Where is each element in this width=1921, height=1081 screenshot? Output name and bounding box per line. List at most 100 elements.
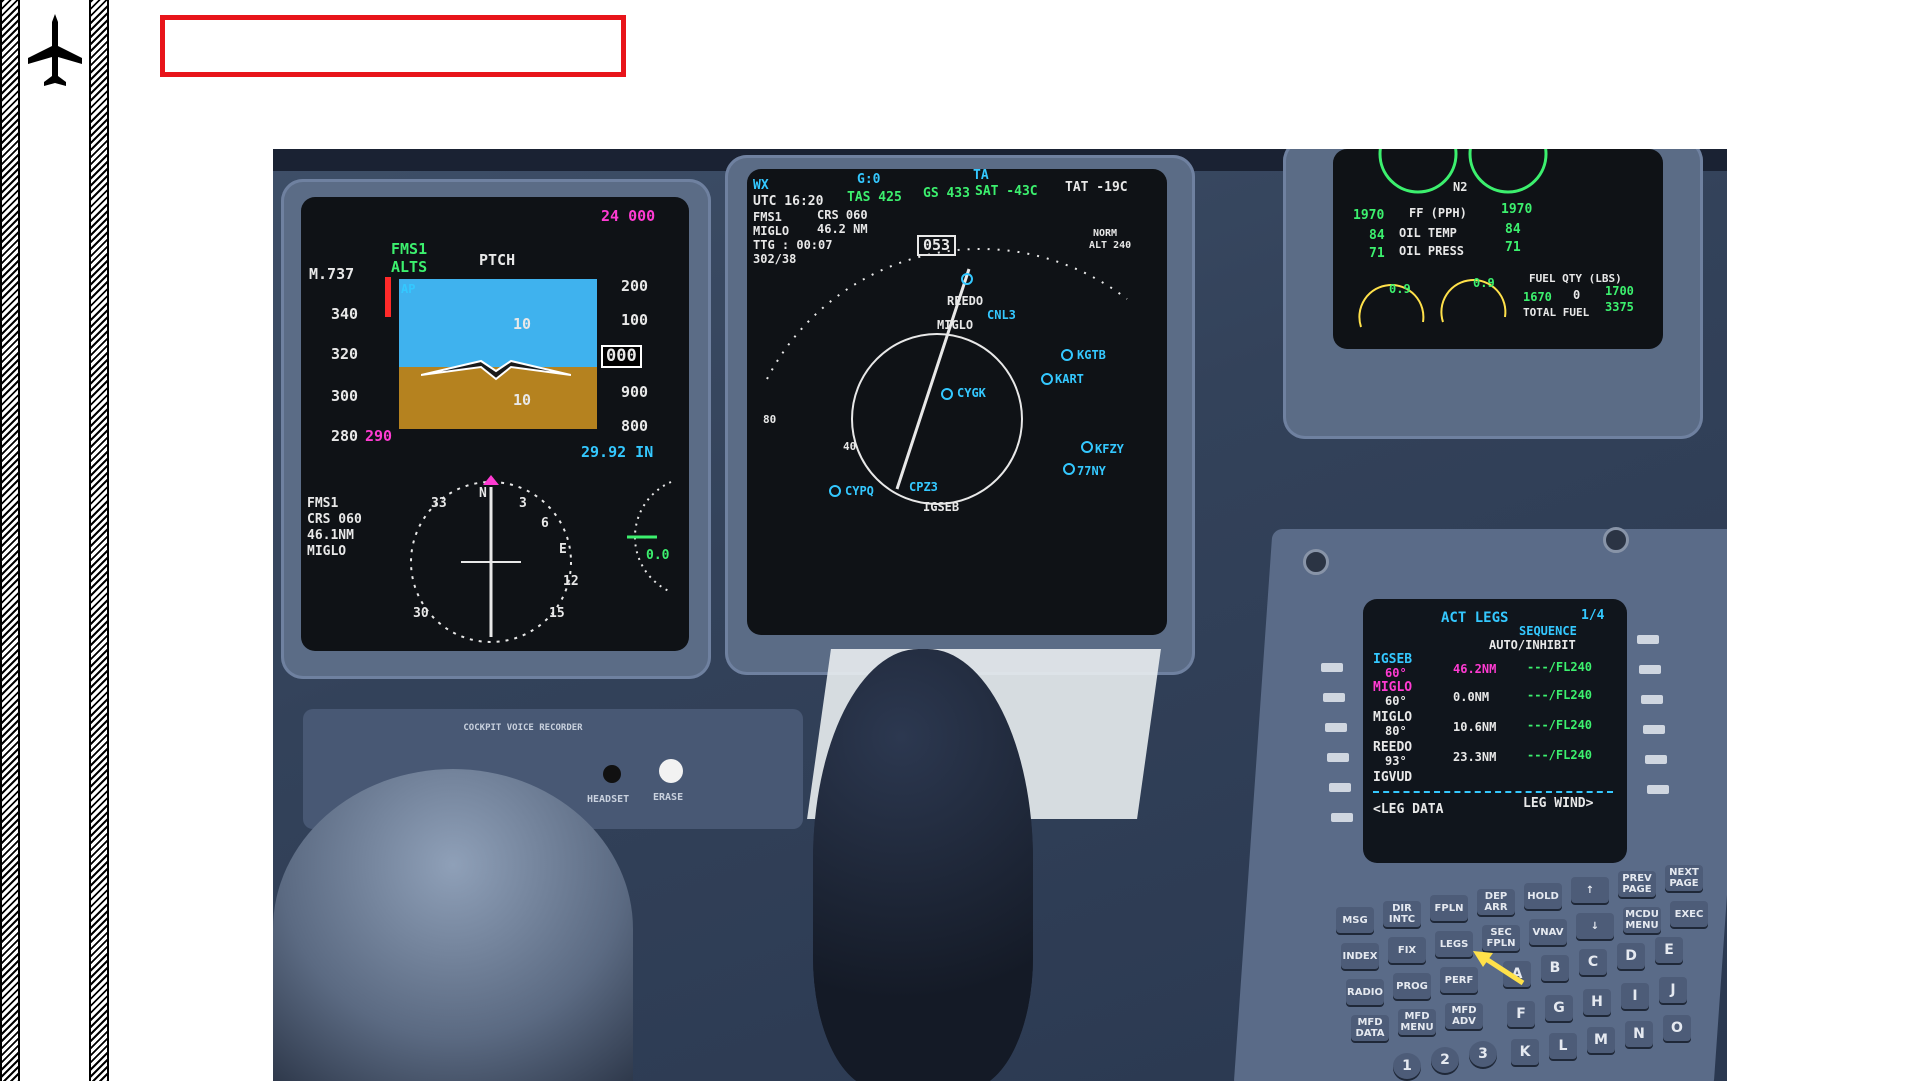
hsi-mark-12: 12 bbox=[563, 574, 579, 589]
key-fpln[interactable]: FPLN bbox=[1430, 895, 1468, 921]
key-radio[interactable]: RADIO bbox=[1346, 979, 1384, 1005]
pfd-mach: M.737 bbox=[309, 265, 355, 283]
key-1[interactable]: 1 bbox=[1393, 1053, 1421, 1079]
key-index[interactable]: INDEX bbox=[1341, 943, 1379, 969]
key-prev-page[interactable]: PREV PAGE bbox=[1618, 871, 1656, 897]
mfd-tas: TAS 425 bbox=[847, 190, 902, 205]
headset-jack[interactable] bbox=[603, 765, 621, 783]
cdu-leg-5-name: IGVUD bbox=[1373, 770, 1413, 785]
key-fix[interactable]: FIX bbox=[1388, 937, 1426, 963]
key-k[interactable]: K bbox=[1511, 1039, 1539, 1065]
mfd-g-load: G:0 bbox=[857, 172, 881, 187]
key-2[interactable]: 2 bbox=[1431, 1047, 1459, 1073]
eicas-fuel-right: 1700 bbox=[1605, 284, 1634, 298]
key-e[interactable]: E bbox=[1655, 937, 1683, 963]
lsk-left-5[interactable] bbox=[1329, 783, 1351, 792]
key-h[interactable]: H bbox=[1583, 989, 1611, 1015]
mfd-gs: GS 433 bbox=[923, 186, 970, 201]
cdu-page: 1/4 bbox=[1581, 608, 1605, 623]
mfd-distance: 46.2 NM bbox=[817, 222, 868, 236]
key-up-arrow[interactable]: ↑ bbox=[1571, 877, 1609, 903]
key-msg[interactable]: MSG bbox=[1336, 907, 1374, 933]
key-hold[interactable]: HOLD bbox=[1524, 883, 1562, 909]
key-f[interactable]: F bbox=[1507, 1001, 1535, 1027]
n2-gauges bbox=[1378, 149, 1548, 194]
cdu-brightness-knob[interactable] bbox=[1303, 549, 1329, 575]
key-down-arrow[interactable]: ↓ bbox=[1576, 913, 1614, 939]
key-mcdu-menu[interactable]: MCDU MENU bbox=[1623, 907, 1661, 933]
cdu-leg-2-alt: ---/FL240 bbox=[1527, 688, 1593, 702]
title-highlight-box bbox=[160, 15, 626, 77]
lsk-right-5[interactable] bbox=[1645, 755, 1667, 764]
pfd-fma-pitch: PTCH bbox=[479, 251, 516, 269]
pfd-ap-indicator: AP bbox=[401, 282, 416, 296]
lsk-right-1[interactable] bbox=[1637, 635, 1659, 644]
pfd-pitch-down: 10 bbox=[513, 391, 532, 409]
lsk-right-6[interactable] bbox=[1647, 785, 1669, 794]
key-next-page[interactable]: NEXT PAGE bbox=[1665, 865, 1703, 891]
eicas-oil-press-label: OIL PRESS bbox=[1399, 244, 1465, 258]
key-prog[interactable]: PROG bbox=[1393, 973, 1431, 999]
eicas-vib-right: 0.9 bbox=[1473, 276, 1495, 290]
lsk-left-1[interactable] bbox=[1321, 663, 1343, 672]
mfd-wpt-igseb: IGSEB bbox=[923, 500, 960, 514]
key-vnav[interactable]: VNAV bbox=[1529, 919, 1567, 945]
pfd-fma-lateral: FMS1 bbox=[391, 240, 428, 258]
key-g[interactable]: G bbox=[1545, 995, 1573, 1021]
lsk-left-4[interactable] bbox=[1327, 753, 1349, 762]
cdu-knob-right[interactable] bbox=[1603, 527, 1629, 553]
key-mfd-menu[interactable]: MFD MENU bbox=[1398, 1009, 1436, 1035]
pfd-nav-course: CRS 060 bbox=[307, 512, 362, 527]
mfd-apt-77ny: 77NY bbox=[1077, 464, 1106, 478]
pfd-speed-320: 320 bbox=[331, 345, 359, 363]
cdu-leg-wind-prompt[interactable]: LEG WIND> bbox=[1523, 797, 1593, 810]
lsk-left-3[interactable] bbox=[1325, 723, 1347, 732]
mfd-ta: TA bbox=[973, 169, 989, 183]
mfd-apt-kfzy: KFZY bbox=[1095, 442, 1124, 456]
eicas-n2-label: N2 bbox=[1453, 180, 1468, 194]
key-m[interactable]: M bbox=[1587, 1027, 1615, 1053]
eicas-oil-press-right: 71 bbox=[1505, 240, 1521, 255]
cdu-leg-data-prompt[interactable]: <LEG DATA bbox=[1373, 803, 1443, 816]
lsk-right-3[interactable] bbox=[1641, 695, 1663, 704]
cdu-divider bbox=[1373, 791, 1613, 793]
key-j[interactable]: J bbox=[1659, 977, 1687, 1003]
key-i[interactable]: I bbox=[1621, 983, 1649, 1009]
mfd-apt-cnl3: CNL3 bbox=[987, 308, 1016, 322]
key-d[interactable]: D bbox=[1617, 943, 1645, 969]
hsi-mark-north: N bbox=[479, 486, 487, 501]
key-mfd-adv[interactable]: MFD ADV bbox=[1445, 1003, 1483, 1029]
key-n[interactable]: N bbox=[1625, 1021, 1653, 1047]
key-legs[interactable]: LEGS bbox=[1435, 931, 1473, 957]
key-3[interactable]: 3 bbox=[1469, 1041, 1497, 1067]
erase-button[interactable] bbox=[659, 759, 683, 783]
mfd-range-outer: 80 bbox=[763, 413, 777, 426]
mfd-apt-kart: KART bbox=[1055, 372, 1084, 386]
cdu-leg-1-dist: 46.2NM bbox=[1453, 662, 1497, 676]
cdu-leg-4-course: 93° bbox=[1385, 754, 1407, 768]
mfd-norm: NORM bbox=[1093, 228, 1118, 239]
lsk-right-4[interactable] bbox=[1643, 725, 1665, 734]
pfd-screen: 24 000 M.737 FMS1 ALTS PTCH AP 10 10 340… bbox=[301, 197, 689, 651]
key-b[interactable]: B bbox=[1541, 955, 1569, 981]
eicas-fuel-qty-label: FUEL QTY (LBS) bbox=[1529, 272, 1622, 285]
lsk-left-6[interactable] bbox=[1331, 813, 1353, 822]
mfd-screen: WX G:0 TA UTC 16:20 TAS 425 GS 433 SAT -… bbox=[747, 169, 1167, 635]
mfd-wpt-reedo: REEDO bbox=[947, 294, 984, 308]
key-exec[interactable]: EXEC bbox=[1670, 901, 1708, 927]
lsk-right-2[interactable] bbox=[1639, 665, 1661, 674]
hsi-mark-15: 15 bbox=[549, 606, 565, 621]
key-c[interactable]: C bbox=[1579, 949, 1607, 975]
cdu-leg-3-alt: ---/FL240 bbox=[1527, 718, 1593, 732]
key-mfd-data[interactable]: MFD DATA bbox=[1351, 1015, 1389, 1041]
headset-label: HEADSET bbox=[587, 794, 630, 805]
lsk-left-2[interactable] bbox=[1323, 693, 1345, 702]
key-o[interactable]: O bbox=[1663, 1015, 1691, 1041]
cdu-leg-3-name: MIGLO bbox=[1373, 710, 1413, 725]
cdu-leg-1-name: IGSEB bbox=[1373, 652, 1413, 667]
mfd-course: CRS 060 bbox=[817, 208, 868, 222]
cdu-leg-1-course: 60° bbox=[1385, 666, 1407, 680]
key-dep-arr[interactable]: DEP ARR bbox=[1477, 889, 1515, 915]
key-dir-intc[interactable]: DIR INTC bbox=[1383, 901, 1421, 927]
key-l[interactable]: L bbox=[1549, 1033, 1577, 1059]
